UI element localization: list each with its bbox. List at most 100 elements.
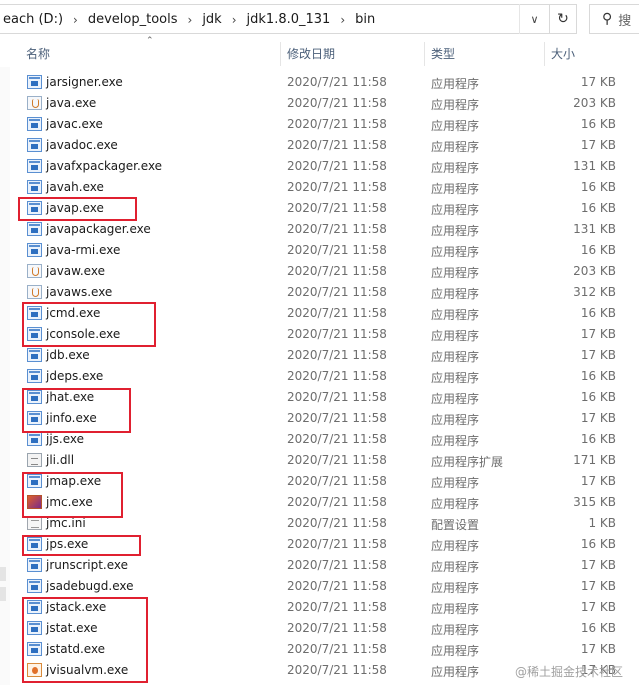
file-name: jarsigner.exe	[46, 75, 123, 89]
file-type: 应用程序	[431, 644, 480, 658]
chevron-down-icon: ∨	[530, 12, 539, 26]
file-size: 16 KB	[580, 306, 616, 320]
file-type: 应用程序	[431, 392, 480, 406]
refresh-button[interactable]: ↻	[549, 4, 577, 34]
file-row[interactable]: jarsigner.exe 2020/7/21 11:58 应用程序 17 KB	[0, 72, 639, 93]
sort-ascending-icon: ⌃	[146, 36, 154, 46]
file-size: 17 KB	[580, 558, 616, 572]
file-size: 17 KB	[580, 411, 616, 425]
file-size: 17 KB	[580, 138, 616, 152]
file-size: 17 KB	[580, 327, 616, 341]
file-row[interactable]: javah.exe 2020/7/21 11:58 应用程序 16 KB	[0, 177, 639, 198]
file-size: 17 KB	[580, 642, 616, 656]
file-row[interactable]: javapackager.exe 2020/7/21 11:58 应用程序 131 K…	[0, 219, 639, 240]
file-size: 312 KB	[573, 285, 616, 299]
file-date: 2020/7/21 11:58	[287, 495, 387, 509]
file-size: 17 KB	[580, 600, 616, 614]
file-size: 16 KB	[580, 390, 616, 404]
file-type: 配置设置	[431, 518, 480, 532]
file-name: javafxpackager.exe	[46, 159, 163, 173]
file-date: 2020/7/21 11:58	[287, 285, 387, 299]
file-date: 2020/7/21 11:58	[287, 579, 387, 593]
file-name: jsadebugd.exe	[46, 579, 134, 593]
column-header: ⌃ 名称 修改日期 类型 大小	[0, 36, 639, 67]
file-date: 2020/7/21 11:58	[287, 390, 387, 404]
highlight-box	[18, 197, 137, 221]
file-type: 应用程序	[431, 77, 480, 91]
file-row[interactable]: jsadebugd.exe 2020/7/21 11:58 应用程序 17 KB	[0, 576, 639, 597]
file-row[interactable]: javac.exe 2020/7/21 11:58 应用程序 16 KB	[0, 114, 639, 135]
column-divider[interactable]	[424, 42, 425, 66]
column-divider[interactable]	[280, 42, 281, 66]
column-divider[interactable]	[544, 42, 545, 66]
file-date: 2020/7/21 11:58	[287, 642, 387, 656]
breadcrumb-item-jdk[interactable]: jdk	[198, 12, 225, 27]
column-size[interactable]: 大小	[551, 39, 575, 67]
file-type: 应用程序	[431, 140, 480, 154]
column-name[interactable]: 名称	[26, 39, 50, 67]
file-name: javapackager.exe	[46, 222, 151, 236]
watermark: @稀土掘金技术社区	[515, 665, 624, 679]
address-bar[interactable]: each (D:) › develop_tools › jdk › jdk1.8…	[0, 4, 549, 34]
file-name: jli.dll	[46, 453, 75, 467]
file-date: 2020/7/21 11:58	[287, 621, 387, 635]
file-row[interactable]: jli.dll 2020/7/21 11:58 应用程序扩展 171 KB	[0, 450, 639, 471]
java-file-icon	[27, 96, 42, 110]
exe-file-icon	[27, 432, 42, 446]
file-type: 应用程序	[431, 623, 480, 637]
dll-file-icon	[27, 453, 42, 467]
highlight-box	[22, 472, 123, 518]
exe-file-icon	[27, 558, 42, 572]
file-row[interactable]: javadoc.exe 2020/7/21 11:58 应用程序 17 KB	[0, 135, 639, 156]
address-history-button[interactable]: ∨	[519, 4, 549, 34]
file-size: 16 KB	[580, 201, 616, 215]
file-name: javac.exe	[46, 117, 103, 131]
chevron-right-icon[interactable]: ›	[226, 13, 243, 27]
file-date: 2020/7/21 11:58	[287, 537, 387, 551]
breadcrumb-item-drive[interactable]: each (D:)	[0, 12, 67, 27]
file-type: 应用程序	[431, 350, 480, 364]
breadcrumb-item-develop-tools[interactable]: develop_tools	[84, 12, 182, 27]
file-row[interactable]: javaw.exe 2020/7/21 11:58 应用程序 203 KB	[0, 261, 639, 282]
column-date[interactable]: 修改日期	[287, 39, 335, 67]
file-row[interactable]: jrunscript.exe 2020/7/21 11:58 应用程序 17 KB	[0, 555, 639, 576]
chevron-right-icon[interactable]: ›	[334, 13, 351, 27]
file-row[interactable]: javafxpackager.exe 2020/7/21 11:58 应用程序 131…	[0, 156, 639, 177]
file-size: 1 KB	[588, 516, 616, 530]
file-size: 17 KB	[580, 75, 616, 89]
file-size: 17 KB	[580, 474, 616, 488]
file-date: 2020/7/21 11:58	[287, 138, 387, 152]
breadcrumb-item-bin[interactable]: bin	[351, 12, 379, 27]
file-date: 2020/7/21 11:58	[287, 558, 387, 572]
file-date: 2020/7/21 11:58	[287, 348, 387, 362]
refresh-icon: ↻	[557, 11, 569, 27]
file-type: 应用程序	[431, 539, 480, 553]
column-type[interactable]: 类型	[431, 39, 455, 67]
breadcrumb-item-jdk-version[interactable]: jdk1.8.0_131	[243, 12, 335, 27]
file-row[interactable]: java.exe 2020/7/21 11:58 应用程序 203 KB	[0, 93, 639, 114]
file-size: 16 KB	[580, 432, 616, 446]
file-date: 2020/7/21 11:58	[287, 180, 387, 194]
file-row[interactable]: javaws.exe 2020/7/21 11:58 应用程序 312 KB	[0, 282, 639, 303]
file-row[interactable]: jdeps.exe 2020/7/21 11:58 应用程序 16 KB	[0, 366, 639, 387]
file-row[interactable]: java-rmi.exe 2020/7/21 11:58 应用程序 16 KB	[0, 240, 639, 261]
exe-file-icon	[27, 117, 42, 131]
file-name: jjs.exe	[46, 432, 85, 446]
file-type: 应用程序	[431, 161, 480, 175]
file-date: 2020/7/21 11:58	[287, 600, 387, 614]
file-type: 应用程序	[431, 371, 480, 385]
file-name: javaws.exe	[46, 285, 113, 299]
chevron-right-icon[interactable]: ›	[67, 13, 84, 27]
chevron-right-icon[interactable]: ›	[182, 13, 199, 27]
file-type: 应用程序	[431, 224, 480, 238]
file-type: 应用程序	[431, 476, 480, 490]
breadcrumb: each (D:) › develop_tools › jdk › jdk1.8…	[0, 12, 379, 27]
file-date: 2020/7/21 11:58	[287, 369, 387, 383]
file-type: 应用程序	[431, 266, 480, 280]
file-type: 应用程序	[431, 413, 480, 427]
file-date: 2020/7/21 11:58	[287, 96, 387, 110]
search-box[interactable]: ⚲ 搜	[589, 4, 639, 34]
file-row[interactable]: jdb.exe 2020/7/21 11:58 应用程序 17 KB	[0, 345, 639, 366]
file-name: javaw.exe	[46, 264, 105, 278]
file-date: 2020/7/21 11:58	[287, 411, 387, 425]
